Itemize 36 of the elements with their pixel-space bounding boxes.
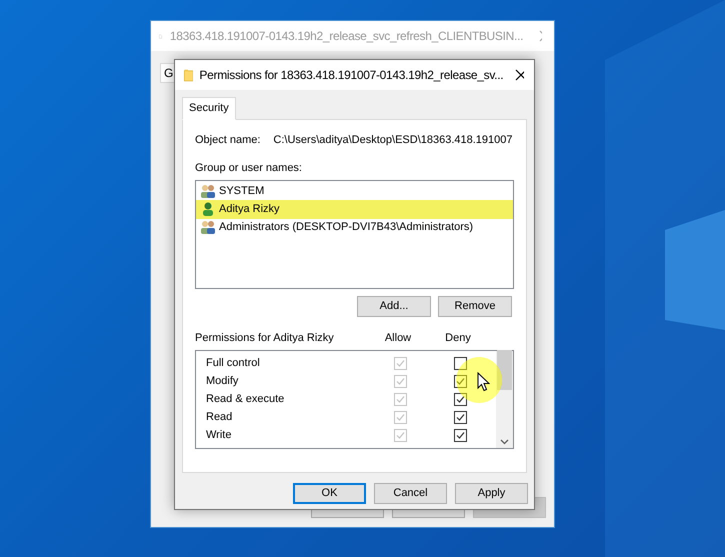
section-label: Group or user names: <box>195 161 303 176</box>
list-item[interactable]: Administrators (DESKTOP-DVI7B43\Administrators) <box>200 218 511 236</box>
tab[interactable]: Security <box>182 97 236 120</box>
scroll-down-icon[interactable] <box>500 439 509 445</box>
user-group-icon <box>200 220 216 234</box>
permission-name: Modify <box>205 374 240 389</box>
window-title: 18363.418.191007-0143.19h2_release_svc_refresh_CLIENTBUSIN... <box>170 28 524 45</box>
button[interactable]: OK <box>293 482 366 504</box>
checkbox[interactable] <box>454 392 466 406</box>
button[interactable]: Remove <box>438 296 512 316</box>
button[interactable]: Cancel <box>374 482 447 504</box>
section-label: Permissions for Aditya Rizky <box>195 330 335 346</box>
field-label: Object name: <box>195 132 260 148</box>
permission-name: Full control <box>205 356 261 371</box>
column-header: Deny <box>444 330 472 346</box>
checkbox[interactable] <box>454 374 466 388</box>
click-highlight <box>456 357 502 403</box>
folder-icon <box>184 66 194 84</box>
list-item[interactable]: Aditya Rizky <box>196 200 513 218</box>
object-path: C:\Users\aditya\Desktop\ESD\18363.418.191007 <box>273 132 513 148</box>
column-header: Allow <box>384 330 412 346</box>
dialog-title: Permissions for 18363.418.191007-0143.19h2_release_sv... <box>199 67 504 84</box>
user-icon <box>200 202 216 216</box>
user-group-icon <box>200 184 216 198</box>
permission-name: Read & execute <box>205 392 286 407</box>
checkbox[interactable] <box>454 410 466 424</box>
permission-name: Read <box>205 410 234 425</box>
checkbox[interactable] <box>454 356 466 370</box>
checkbox[interactable] <box>454 428 466 442</box>
scrollbar[interactable] <box>496 351 513 448</box>
scroll-thumb[interactable] <box>497 350 512 390</box>
list-item[interactable]: SYSTEM <box>200 182 511 200</box>
button[interactable]: Add... <box>357 296 431 316</box>
mouse-cursor-icon <box>477 372 490 392</box>
button[interactable]: Apply <box>455 482 528 504</box>
permission-name: Write <box>205 428 232 443</box>
